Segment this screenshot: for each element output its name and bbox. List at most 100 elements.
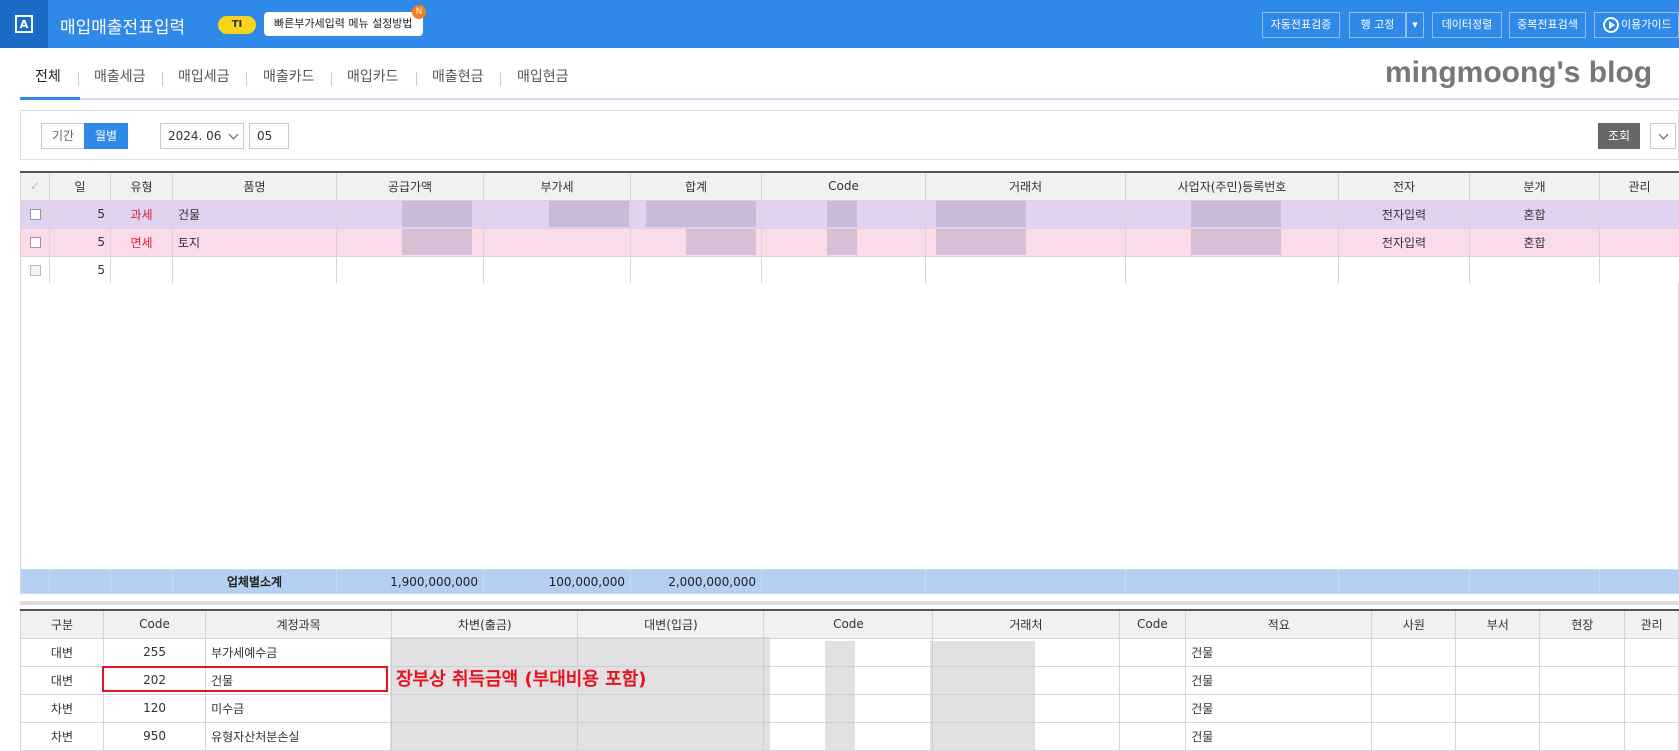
table-row[interactable]: 5 과세 건물 전자입력 혼합 [21, 200, 1679, 228]
expand-button[interactable] [1650, 123, 1676, 149]
search-button[interactable]: 조회 [1598, 123, 1640, 149]
select-all-header[interactable]: ✓ [21, 172, 50, 200]
dup-search-button[interactable]: 중복전표검색 [1509, 12, 1586, 38]
manage-cell[interactable] [1600, 200, 1679, 228]
code-cell[interactable]: 120 [103, 694, 205, 722]
tab-sales-card[interactable]: 매출카드 [263, 62, 315, 92]
panel-splitter[interactable] [20, 601, 1679, 605]
side-cell[interactable]: 대변 [21, 666, 104, 694]
tab-all[interactable]: 전체 [35, 62, 61, 92]
table-row[interactable]: 5 면세 토지 전자입력 혼합 [21, 228, 1679, 256]
bizno-cell[interactable] [1126, 228, 1339, 256]
memo-code-cell[interactable] [1119, 694, 1186, 722]
row-checkbox-cell[interactable] [21, 200, 50, 228]
electronic-cell[interactable] [1339, 256, 1470, 284]
account-cell[interactable]: 부가세예수금 [206, 638, 392, 666]
journal-cell[interactable] [1470, 256, 1600, 284]
grid-empty-area[interactable] [20, 283, 1679, 569]
memo-cell[interactable]: 건물 [1186, 722, 1372, 750]
employee-cell[interactable] [1372, 638, 1456, 666]
partner-cell[interactable] [926, 228, 1126, 256]
vat-cell[interactable] [484, 256, 631, 284]
item-cell[interactable]: 토지 [173, 228, 337, 256]
code-cell[interactable] [762, 256, 926, 284]
total-cell[interactable] [631, 228, 762, 256]
employee-cell[interactable] [1372, 666, 1456, 694]
row-checkbox[interactable] [30, 265, 41, 276]
code-cell[interactable] [762, 228, 926, 256]
type-cell[interactable]: 면세 [111, 228, 173, 256]
table-row[interactable]: 5 [21, 256, 1679, 284]
partner-cell[interactable] [926, 200, 1126, 228]
row-checkbox-cell[interactable] [21, 228, 50, 256]
day-cell[interactable]: 5 [50, 200, 111, 228]
memo-cell[interactable]: 건물 [1186, 694, 1372, 722]
app-logo[interactable]: A [0, 0, 48, 48]
memo-code-cell[interactable] [1119, 722, 1186, 750]
dept-cell[interactable] [1456, 666, 1540, 694]
vat-cell[interactable] [484, 200, 631, 228]
vat-cell[interactable] [484, 228, 631, 256]
day-cell[interactable]: 5 [50, 228, 111, 256]
partner-cell[interactable] [926, 256, 1126, 284]
row-checkbox[interactable] [30, 209, 41, 220]
monthly-toggle[interactable]: 월별 [84, 123, 128, 149]
journal-cell[interactable]: 혼합 [1470, 228, 1600, 256]
tab-purchase-tax[interactable]: 매입세금 [178, 62, 230, 92]
account-cell[interactable]: 미수금 [206, 694, 392, 722]
manage-cell[interactable] [1625, 722, 1679, 750]
dept-cell[interactable] [1456, 722, 1540, 750]
tab-purchase-cash[interactable]: 매입현금 [517, 62, 569, 92]
account-cell[interactable]: 유형자산처분손실 [206, 722, 392, 750]
manage-cell[interactable] [1625, 638, 1679, 666]
side-cell[interactable]: 대변 [21, 638, 104, 666]
row-fix-dropdown[interactable]: ▾ [1406, 12, 1424, 38]
code-cell[interactable]: 255 [103, 638, 205, 666]
code-cell[interactable] [762, 200, 926, 228]
tab-sales-tax[interactable]: 매출세금 [94, 62, 146, 92]
side-cell[interactable]: 차변 [21, 694, 104, 722]
dept-cell[interactable] [1456, 694, 1540, 722]
ti-badge[interactable]: TI [218, 16, 256, 34]
memo-cell[interactable]: 건물 [1186, 666, 1372, 694]
month-select[interactable]: 2024. 06 [160, 123, 244, 149]
memo-code-cell[interactable] [1119, 666, 1186, 694]
row-checkbox-cell[interactable] [21, 256, 50, 284]
manage-cell[interactable] [1625, 666, 1679, 694]
bizno-cell[interactable] [1126, 200, 1339, 228]
manage-cell[interactable] [1600, 256, 1679, 284]
total-cell[interactable] [631, 256, 762, 284]
site-cell[interactable] [1540, 666, 1625, 694]
row-checkbox[interactable] [30, 237, 41, 248]
supply-cell[interactable] [337, 256, 484, 284]
code-cell[interactable]: 950 [103, 722, 205, 750]
data-sort-button[interactable]: 데이터정렬 [1432, 12, 1502, 38]
supply-cell[interactable] [337, 200, 484, 228]
memo-cell[interactable]: 건물 [1186, 638, 1372, 666]
type-cell[interactable]: 과세 [111, 200, 173, 228]
employee-cell[interactable] [1372, 722, 1456, 750]
total-cell[interactable] [631, 200, 762, 228]
site-cell[interactable] [1540, 722, 1625, 750]
electronic-cell[interactable]: 전자입력 [1339, 228, 1470, 256]
day-input[interactable]: 05 [249, 123, 289, 149]
bizno-cell[interactable] [1126, 256, 1339, 284]
supply-cell[interactable] [337, 228, 484, 256]
item-cell[interactable]: 건물 [173, 200, 337, 228]
tab-purchase-card[interactable]: 매입카드 [347, 62, 399, 92]
journal-cell[interactable]: 혼합 [1470, 200, 1600, 228]
day-cell[interactable]: 5 [50, 256, 111, 284]
manage-cell[interactable] [1625, 694, 1679, 722]
side-cell[interactable]: 차변 [21, 722, 104, 750]
memo-code-cell[interactable] [1119, 638, 1186, 666]
site-cell[interactable] [1540, 694, 1625, 722]
tab-sales-cash[interactable]: 매출현금 [432, 62, 484, 92]
type-cell[interactable] [111, 256, 173, 284]
auto-verify-button[interactable]: 자동전표검증 [1262, 12, 1340, 38]
item-cell[interactable] [173, 256, 337, 284]
electronic-cell[interactable]: 전자입력 [1339, 200, 1470, 228]
dept-cell[interactable] [1456, 638, 1540, 666]
tip-bubble[interactable]: 빠른부가세입력 메뉴 설정방법 [264, 12, 423, 36]
period-toggle[interactable]: 기간 [41, 123, 85, 149]
row-fix-button[interactable]: 행 고정 [1349, 12, 1406, 38]
